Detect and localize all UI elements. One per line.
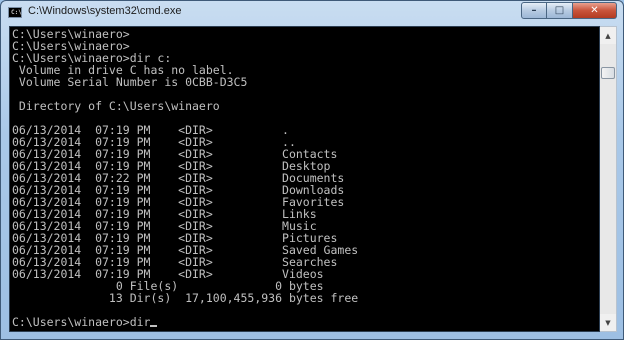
console-line: 13 Dir(s) 17,100,455,936 bytes free [12, 291, 359, 305]
close-button[interactable]: ✕ [573, 2, 617, 19]
console-lines: C:\Users\winaero> C:\Users\winaero> C:\Use… [12, 28, 358, 328]
console-window: C:\ C:\Windows\system32\cmd.exe – □ ✕ C:… [0, 0, 624, 340]
text-cursor [150, 325, 158, 327]
cmd-icon[interactable]: C:\ [8, 7, 22, 18]
console-output[interactable]: C:\Users\winaero> C:\Users\winaero> C:\Use… [9, 26, 600, 332]
title-bar[interactable]: C:\ C:\Windows\system32\cmd.exe – □ ✕ [1, 1, 623, 23]
close-icon: ✕ [590, 5, 599, 16]
arrow-down-icon: ▼ [605, 318, 611, 327]
scroll-thumb[interactable] [601, 67, 615, 79]
scroll-down-button[interactable]: ▼ [600, 314, 616, 331]
arrow-up-icon: ▲ [605, 31, 611, 40]
maximize-icon: □ [554, 5, 565, 16]
console-line: Directory of C:\Users\winaero [12, 99, 220, 113]
minimize-icon: – [531, 5, 537, 16]
scroll-up-button[interactable]: ▲ [600, 27, 616, 44]
window-title: C:\Windows\system32\cmd.exe [28, 5, 182, 17]
console-line: Volume Serial Number is 0CBB-D3C5 [12, 75, 248, 89]
console-line: C:\Users\winaero>dir [12, 316, 358, 328]
minimize-button[interactable]: – [521, 2, 547, 19]
vertical-scrollbar[interactable]: ▲ ▼ [600, 26, 617, 332]
maximize-button[interactable]: □ [547, 2, 573, 19]
caption-buttons: – □ ✕ [521, 2, 617, 19]
